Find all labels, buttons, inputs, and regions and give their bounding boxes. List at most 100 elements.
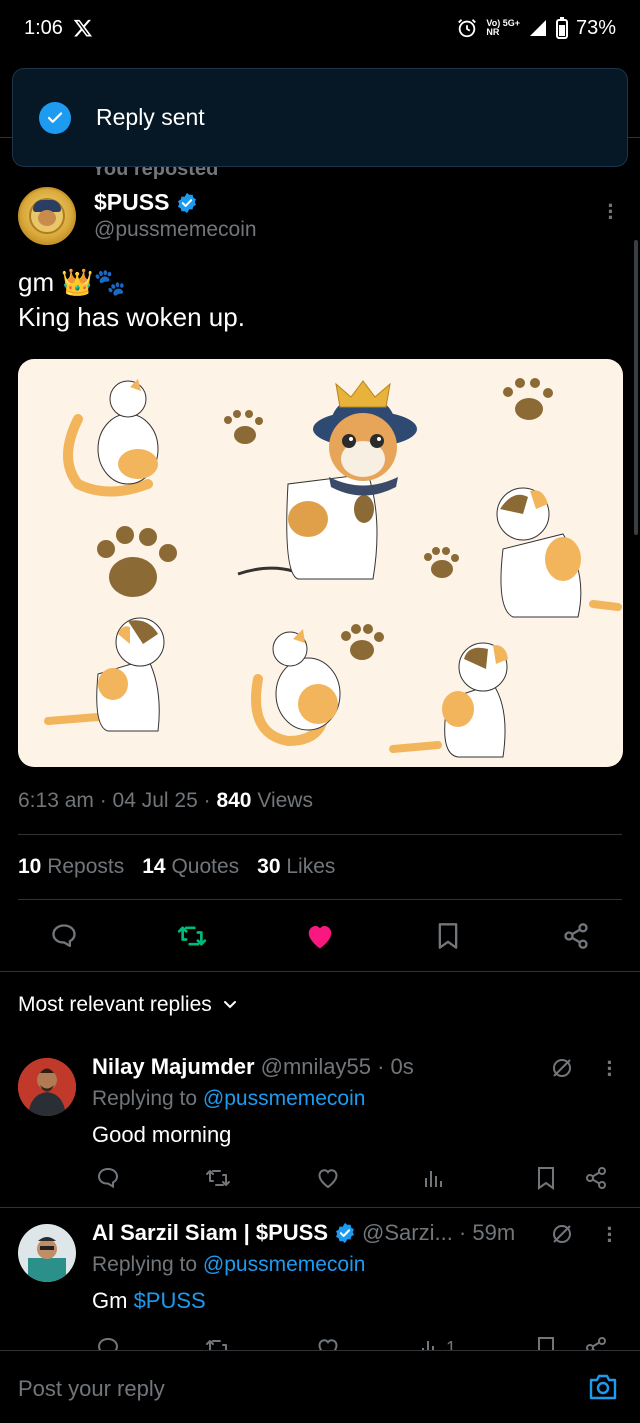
reply-divider: [0, 1207, 640, 1208]
reply-bookmark-button[interactable]: [532, 1164, 560, 1192]
author-handle[interactable]: @pussmemecoin: [94, 218, 257, 242]
bookmark-button[interactable]: [432, 920, 464, 952]
share-button[interactable]: [560, 920, 592, 952]
reply-reply-button[interactable]: [94, 1334, 122, 1350]
post-text-line-2: King has woken up.: [18, 302, 245, 332]
repost-button[interactable]: [176, 920, 208, 952]
reposts-stat[interactable]: 10 Reposts: [18, 855, 124, 879]
share-icon: [586, 1167, 606, 1189]
reply-item[interactable]: Al Sarzil Siam | $PUSS @Sarzi... · 59m ·…: [0, 1216, 640, 1350]
x-logo-icon: [73, 19, 93, 37]
heart-icon: [318, 1169, 338, 1189]
reply-more-options-icon[interactable]: · · ·: [605, 1052, 615, 1086]
reply-like-button[interactable]: [314, 1164, 342, 1192]
bookmark-icon: [538, 1167, 554, 1190]
battery-percent: 73%: [575, 16, 616, 39]
likes-label: Likes: [286, 855, 336, 878]
cat-figure: [63, 379, 159, 497]
reply-repost-button[interactable]: [204, 1164, 232, 1192]
post-stats: 10 Reposts 14 Quotes 30 Likes: [18, 855, 335, 879]
reply-input-placeholder[interactable]: Post your reply: [18, 1376, 165, 1402]
reply-bookmark-button[interactable]: [532, 1334, 560, 1350]
repost-icon: [206, 1170, 230, 1186]
reply-views-count: 1: [446, 1337, 457, 1351]
reply-replying-to: Replying to @pussmemecoin: [92, 1253, 365, 1277]
bookmark-icon: [538, 1337, 554, 1350]
reply-avatar[interactable]: [18, 1058, 76, 1116]
reposts-count: 10: [18, 855, 42, 878]
reply-button[interactable]: [48, 920, 80, 952]
likes-stat[interactable]: 30 Likes: [257, 855, 335, 879]
reply-actions: 1: [92, 1334, 612, 1350]
reply-text-prefix: Gm: [92, 1288, 134, 1313]
post-actions: [0, 912, 640, 960]
author-name-row[interactable]: $PUSS: [94, 189, 198, 216]
reply-reply-button[interactable]: [94, 1164, 122, 1192]
signal-icon: [529, 20, 546, 36]
cat-figure: [251, 629, 341, 747]
replying-to-link[interactable]: @pussmemecoin: [203, 1253, 366, 1276]
reply-composer[interactable]: Post your reply: [0, 1350, 640, 1423]
likes-count: 30: [257, 855, 281, 878]
paw-print: [424, 547, 459, 578]
verified-badge-icon: [178, 192, 197, 213]
author-avatar[interactable]: [18, 187, 76, 245]
reply-repost-button[interactable]: [204, 1334, 232, 1350]
reply-text: Gm $PUSS: [92, 1288, 206, 1314]
reply-icon: [97, 1337, 119, 1350]
reply-icon: [52, 924, 76, 948]
post-text: gm 👑🐾 King has woken up.: [18, 265, 245, 335]
grok-icon[interactable]: [550, 1056, 574, 1080]
alarm-icon: [458, 19, 477, 38]
reply-share-button[interactable]: [582, 1334, 610, 1350]
scrollbar[interactable]: [634, 240, 638, 535]
post-header: $PUSS @pussmemecoin · · ·: [18, 187, 628, 247]
reply-views-button[interactable]: 1: [420, 1334, 460, 1350]
toast-message: Reply sent: [96, 104, 205, 130]
views-chart-icon: [425, 1171, 442, 1187]
cats-illustration: [44, 378, 622, 758]
reply-handle-time[interactable]: @mnilay55 · 0s: [261, 1054, 414, 1080]
replying-to-link[interactable]: @pussmemecoin: [203, 1087, 366, 1110]
reply-handle-time[interactable]: @Sarzi... · 59m: [362, 1220, 515, 1246]
status-time: 1:06: [24, 16, 63, 39]
reply-author-name[interactable]: Nilay Majumder: [92, 1054, 255, 1080]
cat-figure: [44, 617, 165, 732]
reply-avatar[interactable]: [18, 1224, 76, 1282]
network-label-nr: NR: [486, 27, 500, 37]
views-chart-icon: [422, 1341, 434, 1350]
author-name[interactable]: $PUSS: [94, 189, 169, 216]
post-meta: 6:13 am · 04 Jul 25 · 840 Views: [18, 789, 313, 813]
grok-icon[interactable]: [550, 1222, 574, 1246]
cat-figure: [496, 487, 622, 618]
heart-filled-icon: [308, 926, 332, 949]
like-button[interactable]: [304, 920, 336, 952]
cat-figure: [389, 642, 508, 758]
actions-divider: [0, 971, 640, 972]
more-options-icon[interactable]: · · ·: [606, 195, 616, 229]
camera-icon[interactable]: [588, 1373, 618, 1401]
post-timestamp: 6:13 am · 04 Jul 25 ·: [18, 789, 217, 812]
repost-icon: [206, 1340, 227, 1350]
reply-more-options-icon[interactable]: · · ·: [605, 1218, 615, 1252]
heart-icon: [318, 1339, 338, 1350]
views-count: 840: [216, 789, 252, 812]
reply-share-button[interactable]: [582, 1164, 610, 1192]
paw-print: [503, 378, 553, 420]
replies-sort-dropdown[interactable]: Most relevant replies: [18, 993, 238, 1017]
reply-sent-toast[interactable]: Reply sent: [12, 68, 628, 167]
reply-text: Good morning: [92, 1122, 232, 1147]
king-cat-figure: [237, 380, 417, 580]
stats-divider: [18, 899, 622, 900]
post-text-line-1: gm 👑🐾: [18, 267, 127, 297]
reposts-label: Reposts: [47, 855, 125, 878]
reply-views-button[interactable]: [420, 1164, 448, 1192]
paw-print: [341, 624, 384, 660]
reply-item[interactable]: Nilay Majumder @mnilay55 · 0s · · · Replyi…: [0, 1050, 640, 1210]
cashtag-link[interactable]: $PUSS: [134, 1288, 206, 1313]
quotes-stat[interactable]: 14 Quotes: [142, 855, 239, 879]
reply-author-name[interactable]: Al Sarzil Siam | $PUSS: [92, 1220, 328, 1246]
post-image[interactable]: [18, 359, 623, 767]
reply-icon: [97, 1167, 119, 1189]
reply-like-button[interactable]: [314, 1334, 342, 1350]
